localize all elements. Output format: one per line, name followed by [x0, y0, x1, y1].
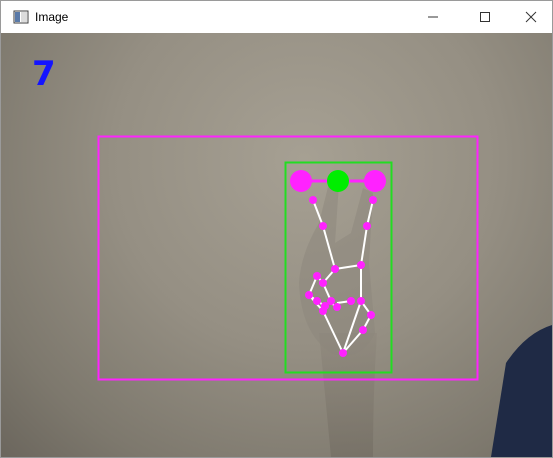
opencv-window-icon	[13, 9, 29, 25]
index-tip-marker	[290, 170, 312, 192]
webcam-frame: 7	[1, 33, 552, 457]
image-window: Image 7	[0, 0, 553, 458]
close-icon	[525, 11, 537, 23]
image-viewport: 7	[1, 33, 552, 457]
window-title: Image	[35, 10, 69, 24]
middle-tip-marker	[364, 170, 386, 192]
minimize-button[interactable]	[410, 1, 456, 33]
window-titlebar[interactable]: Image	[1, 1, 552, 33]
center-marker	[327, 170, 349, 192]
maximize-button[interactable]	[462, 1, 508, 33]
minimize-icon	[428, 16, 438, 18]
close-button[interactable]	[508, 1, 553, 33]
hand-tracking-overlay	[97, 135, 552, 457]
finger-count-label: 7	[32, 54, 56, 94]
sleeve-shape	[491, 325, 552, 457]
outer-bounding-box	[97, 135, 479, 381]
maximize-icon	[480, 12, 490, 22]
